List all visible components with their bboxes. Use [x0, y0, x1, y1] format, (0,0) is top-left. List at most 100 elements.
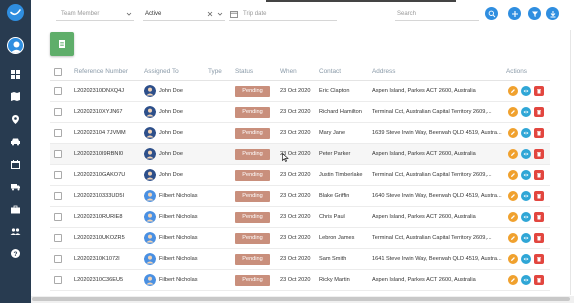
filter-button[interactable]	[528, 7, 541, 20]
pencil-icon	[511, 152, 515, 156]
reference-cell[interactable]: L20202310333UD5I	[74, 193, 142, 199]
row-checkbox[interactable]	[54, 276, 62, 284]
view-button[interactable]	[521, 191, 531, 201]
horizontal-scrollbar-thumb[interactable]	[32, 297, 570, 301]
edit-button[interactable]	[508, 107, 518, 117]
row-checkbox[interactable]	[54, 213, 62, 221]
chevron-down-icon	[126, 12, 132, 16]
briefcase-icon[interactable]	[10, 204, 21, 215]
edit-button[interactable]	[508, 191, 518, 201]
header-status[interactable]: Status	[235, 68, 253, 75]
vertical-scrollbar[interactable]	[568, 30, 573, 295]
header-assigned[interactable]: Assigned To	[144, 68, 179, 75]
search-button[interactable]	[485, 7, 498, 20]
delete-button[interactable]	[534, 107, 544, 117]
edit-button[interactable]	[508, 86, 518, 96]
reference-cell[interactable]: L20202310RURIE8	[74, 214, 142, 220]
row-checkbox[interactable]	[54, 192, 62, 200]
reference-cell[interactable]: L20202310C36EU5	[74, 277, 142, 283]
app-logo[interactable]	[7, 4, 24, 21]
table-row[interactable]: L20202310333UD5I Filbert Nicholas Pending 2…	[50, 186, 550, 207]
reference-cell[interactable]: L20202310XYJN67	[74, 109, 142, 115]
row-checkbox[interactable]	[54, 255, 62, 263]
delete-button[interactable]	[534, 86, 544, 96]
reference-cell[interactable]: L20202310I9RBNI0	[74, 151, 142, 157]
horizontal-scrollbar[interactable]	[31, 296, 574, 303]
reference-cell[interactable]: L20202310DNXQ4J	[74, 88, 142, 94]
user-avatar[interactable]	[7, 37, 24, 54]
help-icon[interactable]: ?	[10, 248, 21, 259]
edit-button[interactable]	[508, 128, 518, 138]
dashboard-icon[interactable]	[10, 69, 21, 80]
table-row[interactable]: L20202310GAKO7U John Doe Pending 23 Oct 202…	[50, 165, 550, 186]
delete-button[interactable]	[534, 170, 544, 180]
edit-button[interactable]	[508, 254, 518, 264]
trip-date-placeholder: Trip date	[243, 11, 267, 17]
filter-bar: Team Member Active Trip date Search	[31, 0, 574, 28]
row-checkbox[interactable]	[54, 234, 62, 242]
status-select[interactable]: Active	[143, 8, 225, 21]
table-row[interactable]: L20202310K1072I Filbert Nicholas Pending 23…	[50, 249, 550, 270]
header-when[interactable]: When	[280, 68, 297, 75]
delete-button[interactable]	[534, 212, 544, 222]
clear-icon[interactable]	[207, 11, 213, 17]
download-button[interactable]	[546, 7, 559, 20]
view-button[interactable]	[521, 86, 531, 96]
assignee: Filbert Nicholas	[144, 253, 198, 265]
row-checkbox[interactable]	[54, 108, 62, 116]
add-job-button[interactable]	[50, 32, 74, 56]
header-address[interactable]: Address	[372, 68, 395, 75]
table-row[interactable]: L20202310I9RBNI0 John Doe Pending 23 Oct 20…	[50, 144, 550, 165]
header-reference[interactable]: Reference Number	[74, 68, 128, 75]
table-row[interactable]: L202023104 7JVMM John Doe Pending 23 Oct 20…	[50, 123, 550, 144]
row-checkbox[interactable]	[54, 129, 62, 137]
delete-button[interactable]	[534, 149, 544, 159]
table-row[interactable]: L20202310XYJN67 John Doe Pending 23 Oct 202…	[50, 102, 550, 123]
reference-cell[interactable]: L202023104 7JVMM	[74, 130, 142, 136]
view-button[interactable]	[521, 275, 531, 285]
calendar-icon[interactable]	[10, 159, 21, 170]
reference-cell[interactable]: L20202310K1072I	[74, 256, 142, 262]
search-input[interactable]: Search	[395, 8, 479, 21]
edit-button[interactable]	[508, 149, 518, 159]
view-button[interactable]	[521, 254, 531, 264]
edit-button[interactable]	[508, 212, 518, 222]
view-button[interactable]	[521, 170, 531, 180]
address-cell: 1640 Steve Irwin Way, Beerwah QLD 4519, …	[372, 193, 502, 199]
table-row[interactable]: L20202310RURIE8 Filbert Nicholas Pending 23…	[50, 207, 550, 228]
truck-icon[interactable]	[10, 181, 21, 192]
row-checkbox[interactable]	[54, 150, 62, 158]
view-button[interactable]	[521, 212, 531, 222]
edit-button[interactable]	[508, 170, 518, 180]
reference-cell[interactable]: L20202310GAKO7U	[74, 172, 142, 178]
header-contact[interactable]: Contact	[319, 68, 341, 75]
reference-cell[interactable]: L20202310UKOZR5	[74, 235, 142, 241]
view-button[interactable]	[521, 107, 531, 117]
table-row[interactable]: L20202310C36EU5 Filbert Nicholas Pending 23…	[50, 270, 550, 291]
map-icon[interactable]	[10, 91, 21, 102]
team-icon[interactable]	[10, 226, 21, 237]
delete-button[interactable]	[534, 233, 544, 243]
table-row[interactable]: L20202310UKOZR5 Filbert Nicholas Pending 23…	[50, 228, 550, 249]
delete-button[interactable]	[534, 254, 544, 264]
row-checkbox[interactable]	[54, 171, 62, 179]
delete-button[interactable]	[534, 275, 544, 285]
delete-button[interactable]	[534, 191, 544, 201]
delete-button[interactable]	[534, 128, 544, 138]
view-button[interactable]	[521, 128, 531, 138]
view-button[interactable]	[521, 149, 531, 159]
table-row[interactable]: L20202310DNXQ4J John Doe Pending 23 Oct 202…	[50, 81, 550, 102]
row-checkbox[interactable]	[54, 87, 62, 95]
edit-button[interactable]	[508, 275, 518, 285]
car-icon[interactable]	[10, 136, 21, 147]
select-all-checkbox[interactable]	[54, 68, 62, 76]
view-button[interactable]	[521, 233, 531, 243]
add-button[interactable]	[508, 7, 521, 20]
trash-icon	[537, 173, 541, 178]
location-icon[interactable]	[10, 114, 21, 125]
team-member-select[interactable]: Team Member	[56, 8, 134, 21]
header-type[interactable]: Type	[208, 68, 222, 75]
edit-button[interactable]	[508, 233, 518, 243]
chevron-down-icon	[217, 12, 223, 16]
trip-date-field[interactable]: Trip date	[229, 8, 337, 21]
